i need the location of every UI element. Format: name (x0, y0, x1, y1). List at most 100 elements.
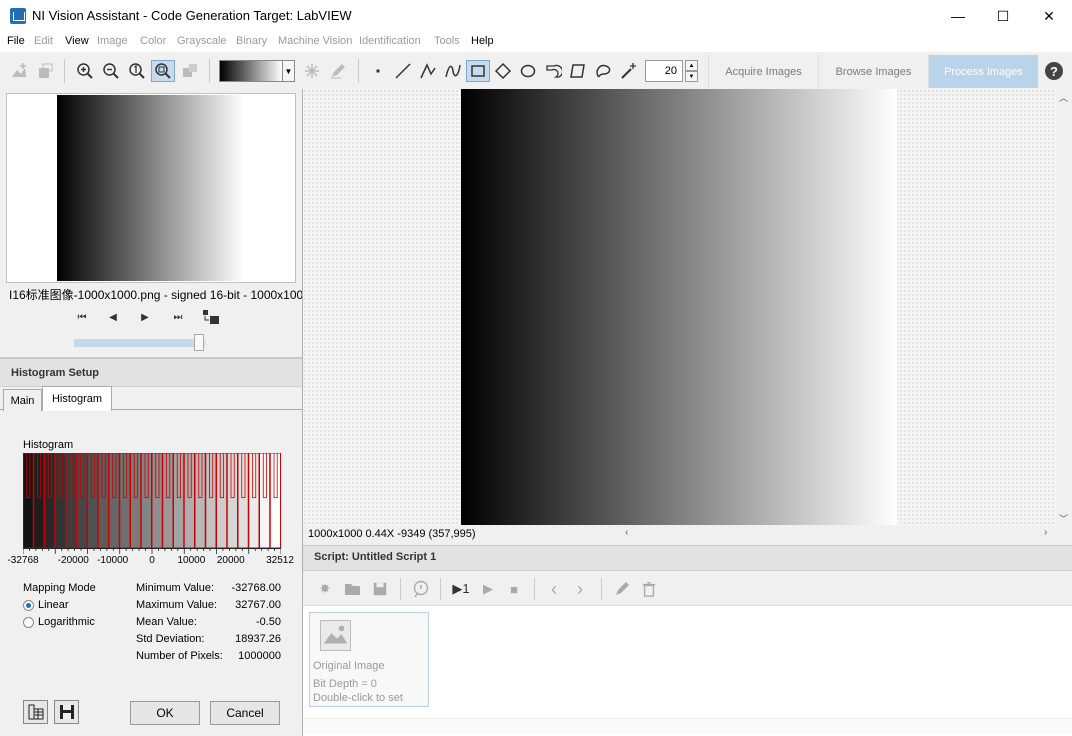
zoom-out-icon[interactable] (99, 60, 123, 82)
stop-icon[interactable]: ■ (503, 578, 525, 600)
palette-dropdown-icon[interactable]: ▼ (282, 60, 295, 82)
logarithmic-label[interactable]: Logarithmic (38, 616, 95, 628)
histogram-bar (259, 453, 271, 548)
run-continuous-icon[interactable]: ▶ (477, 578, 499, 600)
tab-browse-images[interactable]: Browse Images (818, 55, 928, 88)
menu-help[interactable]: Help (471, 35, 494, 47)
image-overlay-icon[interactable] (178, 60, 202, 82)
menu-binary[interactable]: Binary (236, 35, 267, 47)
linear-radio[interactable] (23, 600, 34, 611)
tolerance-input[interactable]: 20 (645, 60, 683, 82)
horizontal-scrollbar[interactable] (621, 525, 1056, 542)
histogram-bar (97, 453, 109, 548)
thumbnail-slider-thumb[interactable] (194, 334, 205, 351)
menu-machine-vision[interactable]: Machine Vision (278, 35, 352, 47)
scroll-up-icon[interactable]: ︿ (1059, 91, 1068, 104)
script-horizontal-scrollbar[interactable] (303, 718, 1072, 734)
cancel-button[interactable]: Cancel (210, 701, 280, 725)
scroll-down-icon[interactable]: ﹀ (1059, 512, 1068, 525)
freehand-region-tool-icon[interactable] (591, 60, 615, 82)
histogram-bar (23, 453, 34, 548)
histogram-bar (87, 453, 99, 548)
burst-tool-icon[interactable] (300, 60, 324, 82)
menu-edit[interactable]: Edit (34, 35, 53, 47)
menu-view[interactable]: View (65, 35, 89, 47)
point-tool-icon[interactable] (366, 60, 390, 82)
oval-tool-icon[interactable] (516, 60, 540, 82)
histogram-bar (173, 453, 185, 548)
stat-mean-value: -0.50 (255, 616, 281, 628)
last-image-icon[interactable]: ⏭ (170, 310, 186, 324)
tab-histogram[interactable]: Histogram (42, 386, 112, 411)
menu-tools[interactable]: Tools (434, 35, 460, 47)
mapping-mode-title: Mapping Mode (23, 582, 96, 594)
image-browser-icon[interactable] (202, 309, 220, 325)
scroll-right-icon[interactable]: › (1044, 527, 1047, 538)
histogram-bar (216, 453, 228, 548)
histogram-tick-label: 20000 (216, 555, 245, 566)
freehand-line-tool-icon[interactable] (441, 60, 465, 82)
histogram-tick-label: -32768 (7, 555, 39, 566)
rectangle-tool-icon[interactable] (466, 60, 490, 82)
toolbar-separator (358, 59, 359, 83)
pencil-tool-icon[interactable] (326, 60, 350, 82)
delete-step-icon[interactable] (638, 578, 660, 600)
maximize-button[interactable]: ☐ (980, 0, 1026, 32)
help-icon[interactable]: ? (1045, 62, 1063, 80)
logarithmic-radio[interactable] (23, 617, 34, 628)
stat-std-value: 18937.26 (235, 633, 281, 645)
main-image[interactable] (461, 89, 897, 525)
histogram-bar (162, 453, 174, 548)
zoom-in-icon[interactable] (73, 60, 97, 82)
step-hint: Double-click to set (313, 692, 403, 704)
menu-color[interactable]: Color (140, 35, 166, 47)
tab-main[interactable]: Main (3, 389, 42, 411)
new-script-icon[interactable]: ✸ (314, 578, 336, 600)
tab-process-images[interactable]: Process Images (928, 55, 1038, 88)
magic-wand-icon[interactable] (616, 60, 640, 82)
thumbnail-image[interactable] (57, 95, 244, 281)
save-data-icon[interactable] (54, 700, 79, 724)
histogram-setup-title: Histogram Setup (11, 367, 100, 379)
zoom-1to1-icon[interactable] (125, 60, 149, 82)
histogram-tick-label: -10000 (97, 555, 129, 566)
ok-button[interactable]: OK (130, 701, 200, 725)
menu-image[interactable]: Image (97, 35, 128, 47)
spin-down-icon[interactable]: ▼ (685, 71, 698, 82)
linear-label[interactable]: Linear (38, 599, 69, 611)
export-table-icon[interactable] (23, 700, 48, 724)
thumbnail-slider-track[interactable] (74, 339, 206, 347)
annulus-tool-icon[interactable] (541, 60, 565, 82)
rotated-rectangle-tool-icon[interactable] (491, 60, 515, 82)
zoom-fit-icon[interactable] (151, 60, 175, 82)
step-forward-icon[interactable]: › (569, 578, 591, 600)
open-script-icon[interactable] (342, 578, 364, 600)
menu-identification[interactable]: Identification (359, 35, 421, 47)
histogram-bar (205, 453, 217, 548)
first-image-icon[interactable]: ⏮ (74, 310, 90, 324)
step-bit-depth: Bit Depth = 0 (313, 678, 377, 690)
close-button[interactable]: ✕ (1026, 0, 1072, 32)
polygon-tool-icon[interactable] (566, 60, 590, 82)
line-tool-icon[interactable] (391, 60, 415, 82)
minimize-button[interactable]: — (935, 0, 981, 32)
vertical-scrollbar[interactable] (1056, 89, 1072, 525)
save-image-icon[interactable] (33, 60, 57, 82)
step-back-icon[interactable]: ‹ (543, 578, 565, 600)
acquire-image-icon[interactable] (7, 60, 31, 82)
broken-line-tool-icon[interactable] (416, 60, 440, 82)
palette-selector[interactable] (219, 60, 283, 82)
edit-step-icon[interactable] (611, 578, 633, 600)
menu-grayscale[interactable]: Grayscale (177, 35, 227, 47)
script-comment-icon[interactable] (410, 578, 432, 600)
stat-min-value: -32768.00 (231, 582, 281, 594)
previous-image-icon[interactable]: ◀ (105, 310, 121, 324)
scroll-left-icon[interactable]: ‹ (625, 527, 628, 538)
menu-file[interactable]: File (7, 35, 25, 47)
next-image-icon[interactable]: ▶ (137, 310, 153, 324)
save-script-icon[interactable] (369, 578, 391, 600)
tab-acquire-images[interactable]: Acquire Images (708, 55, 818, 88)
toolbar-separator (440, 578, 441, 600)
run-once-icon[interactable]: ▶1 (449, 578, 473, 600)
spin-up-icon[interactable]: ▲ (685, 60, 698, 71)
